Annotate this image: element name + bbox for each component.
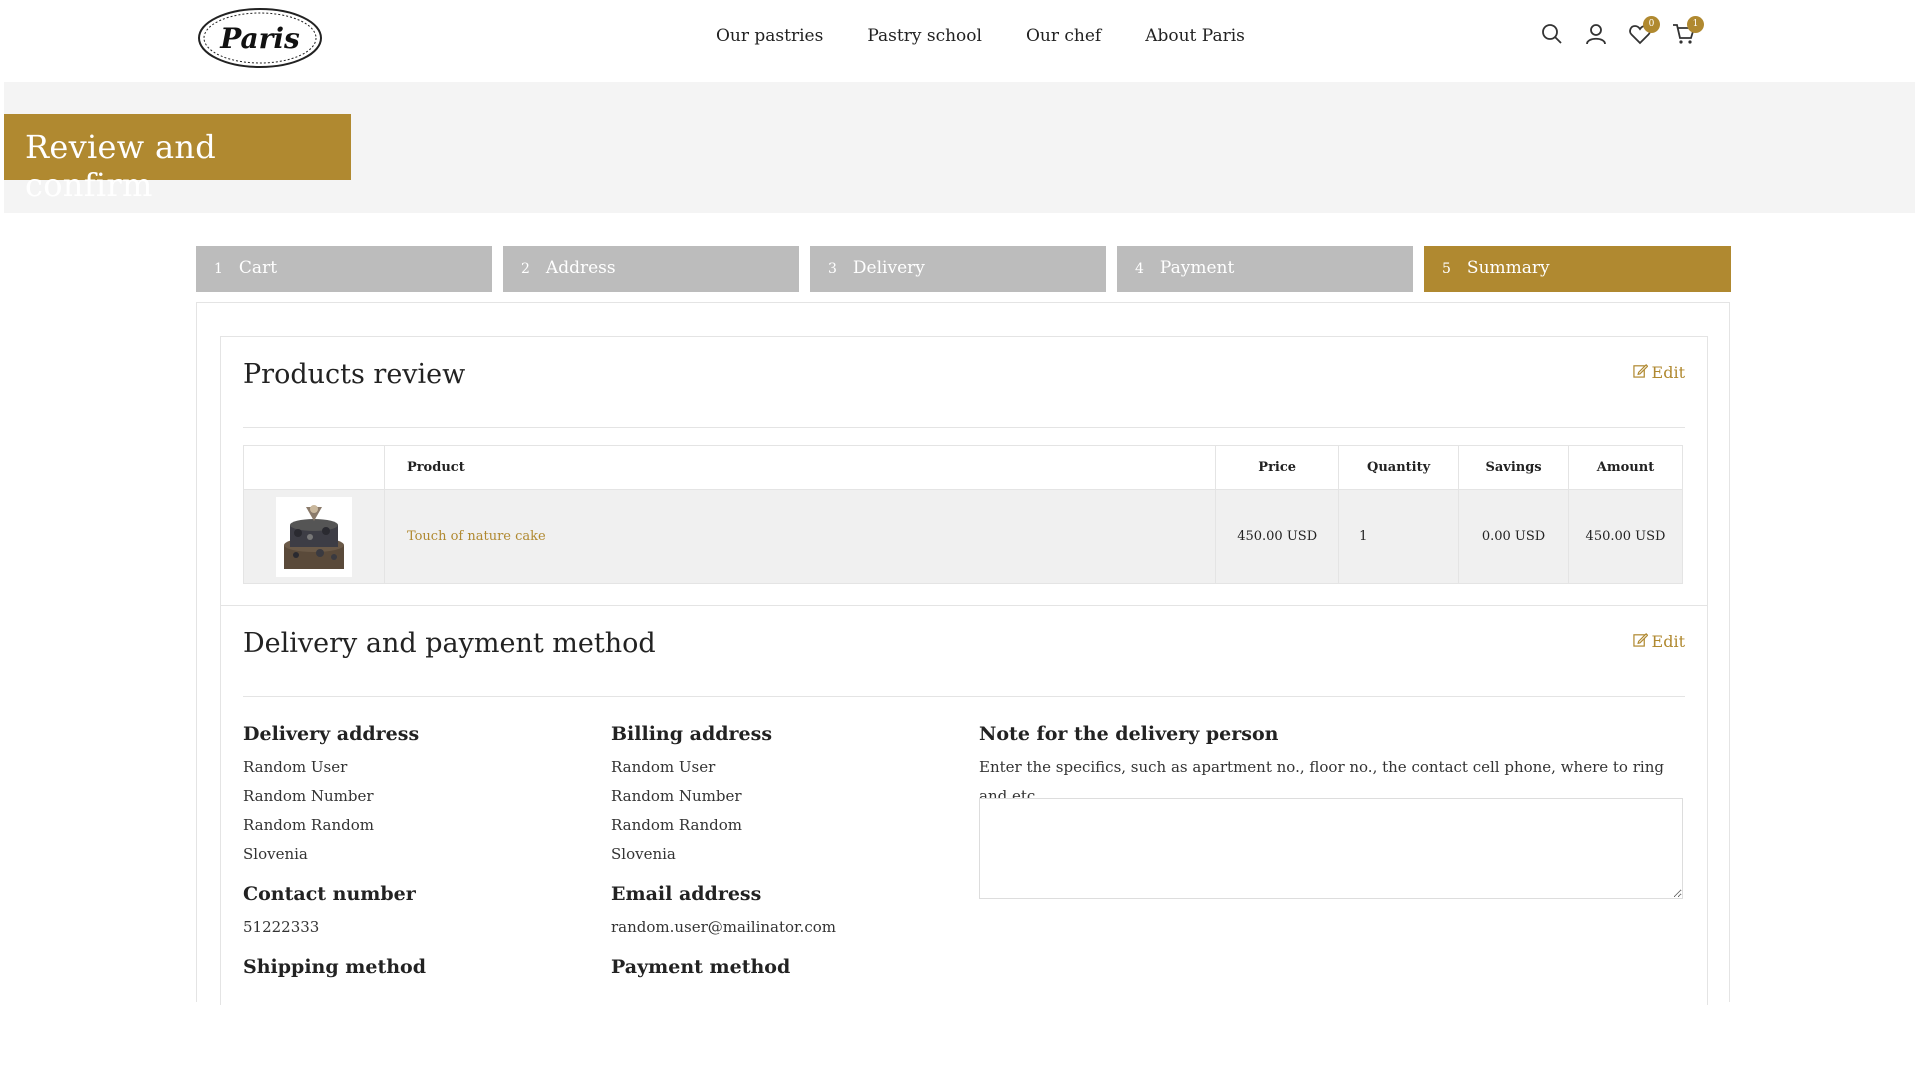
step-address[interactable]: 2 Address [503, 246, 799, 292]
nav-pastry-school[interactable]: Pastry school [867, 26, 982, 46]
savings-cell: 0.00 USD [1458, 489, 1570, 584]
step-summary[interactable]: 5 Summary [1424, 246, 1731, 292]
product-name-link[interactable]: Touch of nature cake [407, 529, 546, 544]
delivery-edit-link[interactable]: Edit [1632, 632, 1685, 651]
billing-address-heading: Billing address [611, 723, 773, 745]
page-title-band: Review and confirm [4, 82, 1915, 213]
checkout-steps: 1 Cart 2 Address 3 Delivery 4 Payment 5 Summa… [196, 246, 1731, 292]
table-header-row: Product Price Quantity Savings Amount [243, 445, 1683, 490]
edit-label: Edit [1651, 363, 1685, 382]
svg-text:Paris: Paris [219, 22, 300, 55]
delivery-address-line: Random Number [243, 787, 374, 805]
note-heading: Note for the delivery person [979, 723, 1279, 745]
quantity-cell: 1 [1338, 489, 1460, 584]
delivery-note-column: Note for the delivery person Enter the s… [979, 723, 1689, 923]
table-row: Touch of nature cake 450.00 USD 1 0.00 U… [243, 489, 1683, 584]
main-nav: Our pastries Pastry school Our chef Abou… [716, 26, 1289, 46]
billing-address-line: Random User [611, 758, 716, 776]
header-icons: 0 1 [1540, 16, 1704, 46]
step-cart[interactable]: 1 Cart [196, 246, 492, 292]
delivery-address-heading: Delivery address [243, 723, 420, 745]
edit-label: Edit [1651, 632, 1685, 651]
delivery-address-line: Random User [243, 758, 348, 776]
billing-address-line: Random Random [611, 816, 742, 834]
wishlist-heart-icon[interactable]: 0 [1628, 16, 1660, 46]
delivery-payment-section: Delivery and payment method Edit Deliver… [220, 605, 1708, 1005]
paris-logo[interactable]: Paris [196, 6, 324, 70]
page-title: Review and confirm [25, 128, 217, 204]
delivery-address-column: Delivery address Random User Random Numb… [243, 723, 583, 986]
step-payment[interactable]: 4 Payment [1117, 246, 1413, 292]
products-table: Product Price Quantity Savings Amount To… [243, 445, 1683, 584]
payment-method-heading: Payment method [611, 956, 791, 978]
step-delivery[interactable]: 3 Delivery [810, 246, 1106, 292]
edit-icon [1632, 632, 1648, 651]
products-review-title: Products review [243, 359, 466, 390]
product-thumbnail[interactable] [275, 496, 352, 577]
header-product: Product [383, 445, 1217, 490]
delivery-payment-title: Delivery and payment method [243, 628, 656, 659]
header-quantity: Quantity [1338, 445, 1460, 490]
cart-icon[interactable]: 1 [1672, 16, 1704, 46]
delivery-address-line: Random Random [243, 816, 374, 834]
billing-address-line: Slovenia [611, 845, 676, 863]
contact-number-heading: Contact number [243, 883, 416, 905]
header-price: Price [1215, 445, 1340, 490]
product-image-cell [243, 489, 385, 584]
header-savings: Savings [1458, 445, 1570, 490]
header-image [243, 445, 385, 490]
page-title-box: Review and confirm [4, 114, 351, 204]
delivery-address-line: Slovenia [243, 845, 308, 863]
delivery-note-textarea[interactable] [979, 798, 1683, 899]
nav-our-chef[interactable]: Our chef [1026, 26, 1101, 46]
product-name-cell: Touch of nature cake [383, 489, 1217, 584]
user-icon[interactable] [1584, 22, 1608, 46]
contact-number-value: 51222333 [243, 918, 320, 936]
price-cell: 450.00 USD [1215, 489, 1340, 584]
cart-count-badge: 1 [1687, 16, 1704, 33]
billing-address-line: Random Number [611, 787, 742, 805]
products-review-section: Products review Edit Product Price Quant… [220, 336, 1708, 606]
products-edit-link[interactable]: Edit [1632, 363, 1685, 382]
header-amount: Amount [1568, 445, 1683, 490]
nav-about-paris[interactable]: About Paris [1145, 26, 1245, 46]
email-address-value: random.user@mailinator.com [611, 918, 836, 936]
shipping-method-heading: Shipping method [243, 956, 426, 978]
amount-cell: 450.00 USD [1568, 489, 1683, 584]
email-address-heading: Email address [611, 883, 762, 905]
nav-our-pastries[interactable]: Our pastries [716, 26, 823, 46]
wishlist-count-badge: 0 [1643, 16, 1660, 33]
divider [243, 696, 1685, 697]
billing-address-column: Billing address Random User Random Numbe… [611, 723, 951, 986]
site-header: Paris Our pastries Pastry school Our che… [0, 0, 1915, 82]
summary-card: Products review Edit Product Price Quant… [196, 302, 1730, 1005]
divider [243, 427, 1685, 428]
edit-icon [1632, 363, 1648, 382]
search-icon[interactable] [1540, 22, 1564, 46]
